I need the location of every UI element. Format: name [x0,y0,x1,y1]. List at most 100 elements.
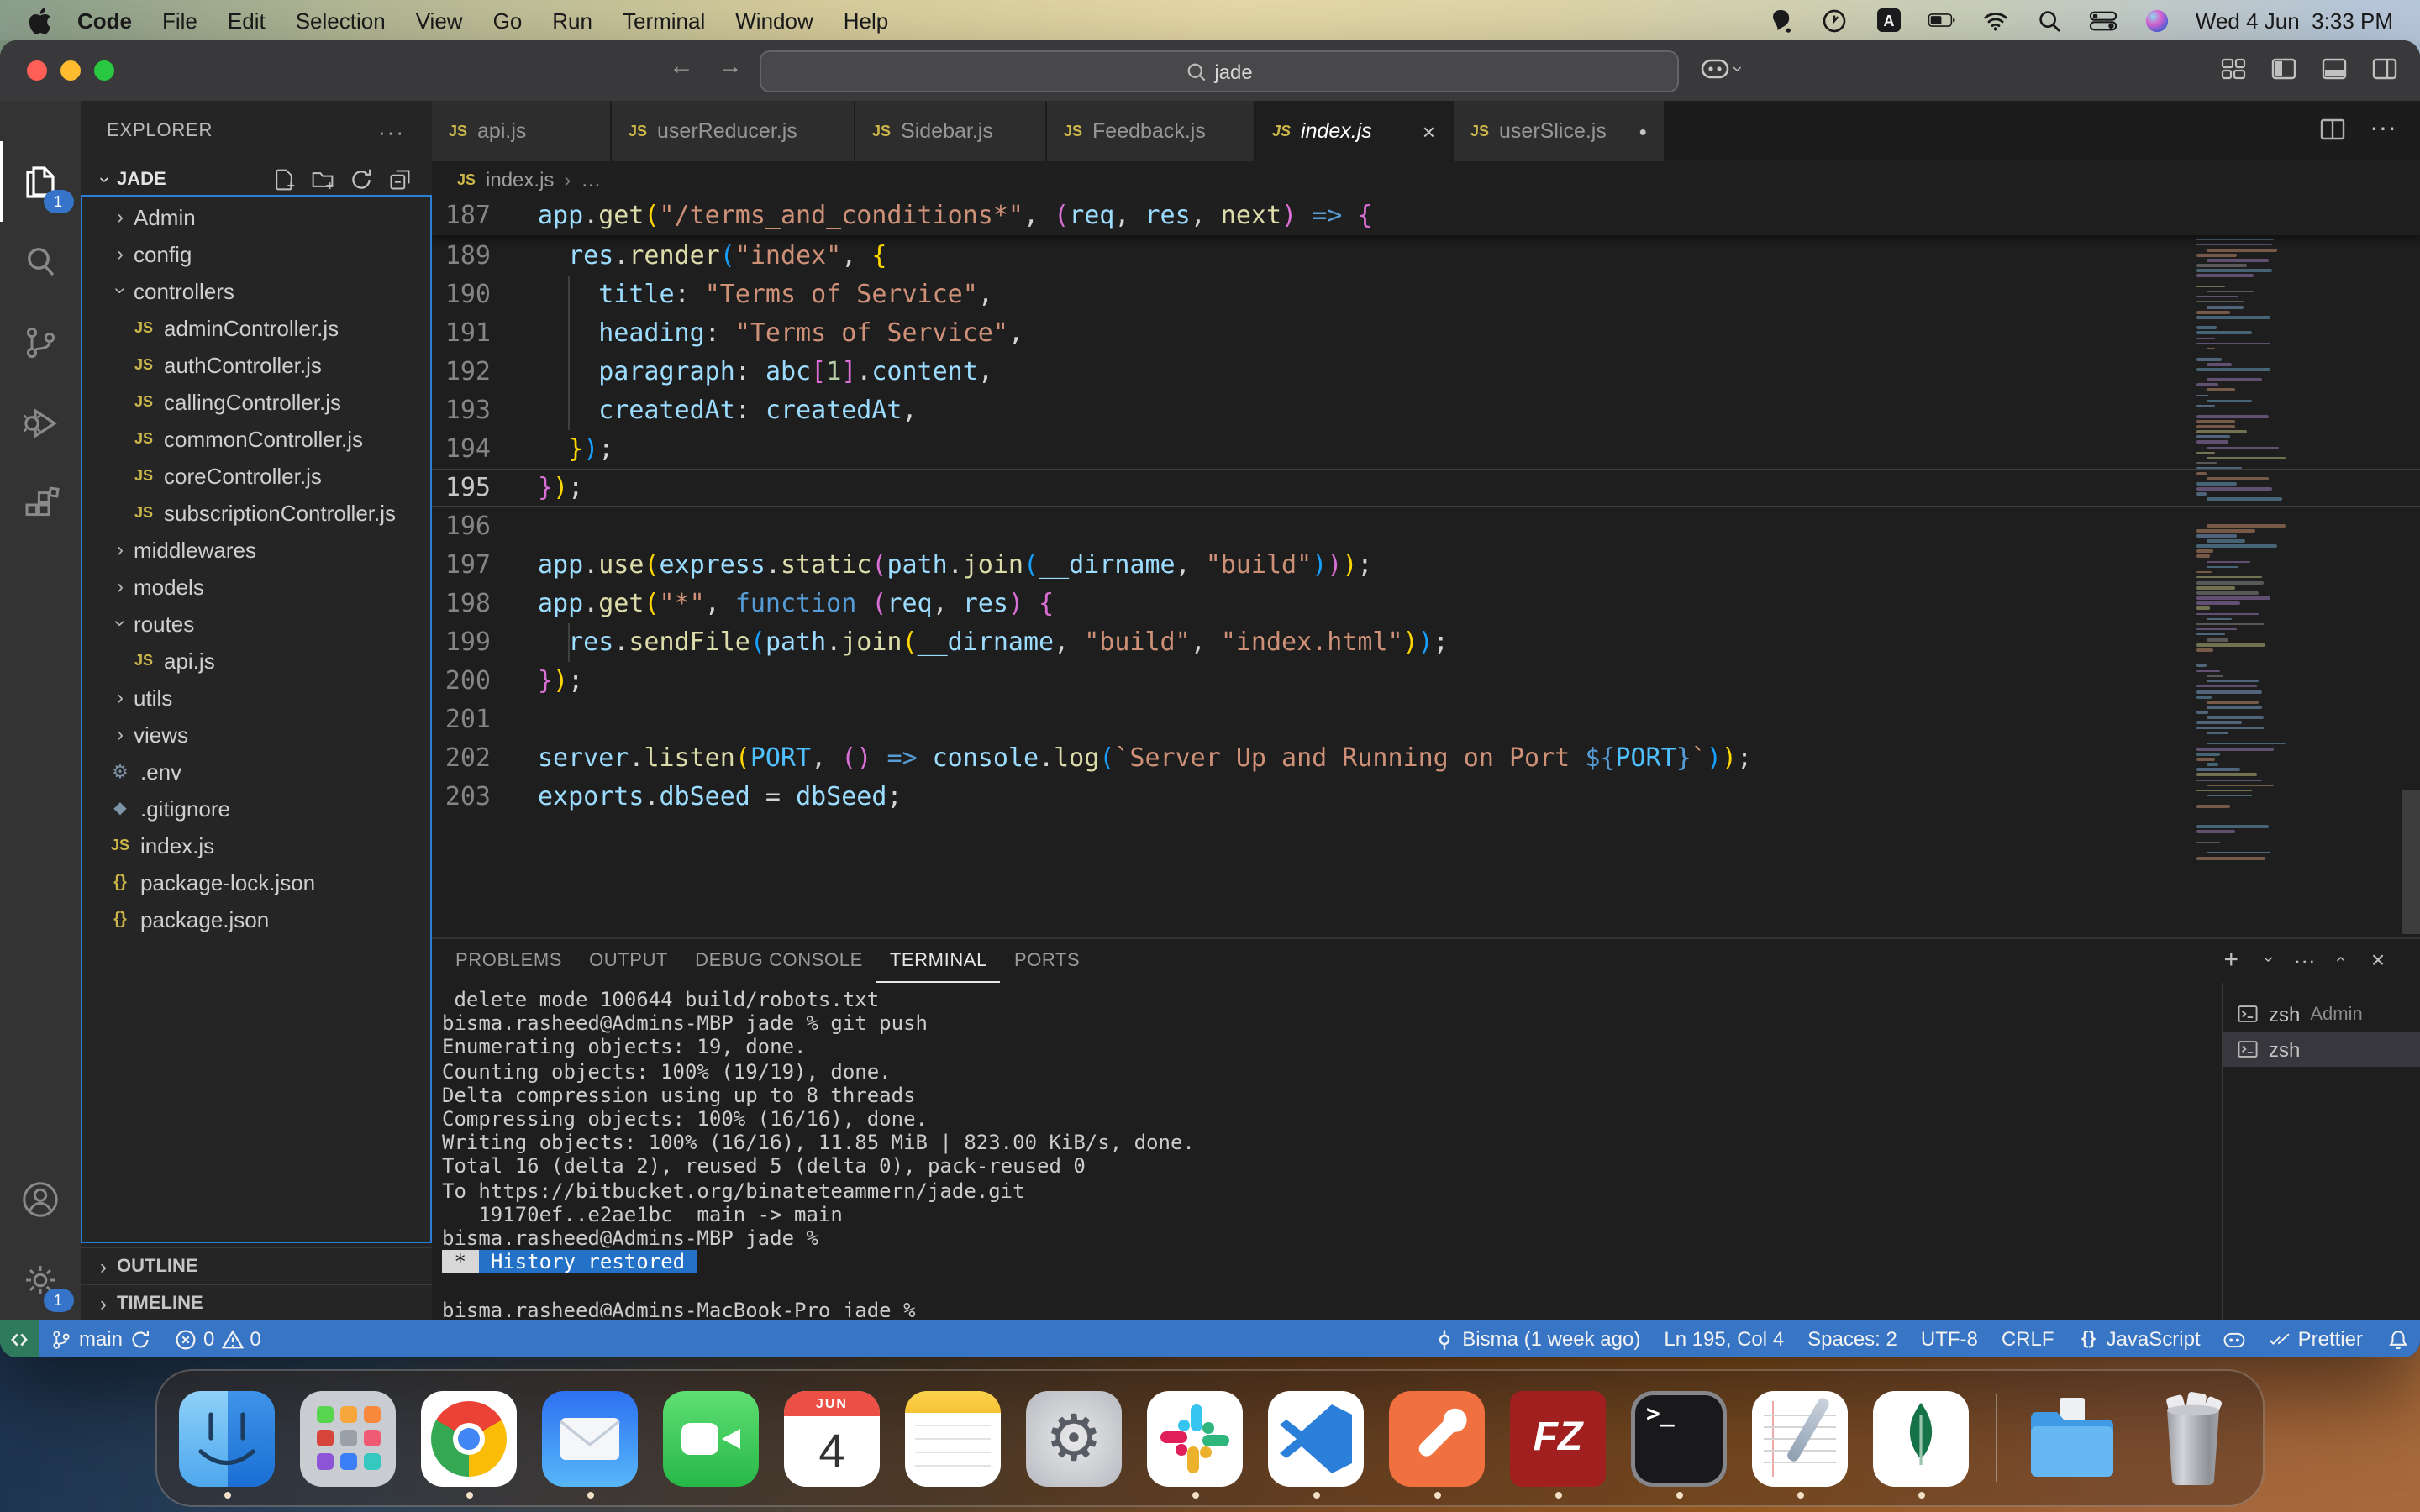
tree-item-commoncontroller-js[interactable]: JScommonController.js [80,420,432,457]
panel-bottom-icon[interactable] [2321,55,2349,84]
activity-search[interactable] [0,222,80,302]
close-tab-icon[interactable]: × [1423,118,1435,144]
minimize-window-button[interactable] [60,60,81,81]
keyboard-input-icon[interactable]: A [1875,8,1903,33]
tree-item-routes[interactable]: ›routes [80,605,432,642]
zoom-window-button[interactable] [94,60,114,81]
maximize-panel-icon[interactable]: › [2331,956,2351,962]
tab-api.js[interactable]: JSapi.js [432,101,612,161]
dock-finder[interactable] [179,1390,275,1486]
terminal-list-item[interactable]: zshAdmin [2223,996,2420,1032]
tree-item-models[interactable]: ›models [80,568,432,605]
dock-mail[interactable] [542,1390,638,1486]
spotlight-icon[interactable] [2036,8,2065,33]
tree-item-middlewares[interactable]: ›middlewares [80,531,432,568]
dock-slack[interactable] [1147,1390,1243,1486]
terminal-dropdown-icon[interactable]: › [2258,956,2278,962]
tree-item-admin[interactable]: ›Admin [80,198,432,235]
code-line-190[interactable]: 190 title: "Terms of Service", [432,276,2420,314]
command-center-search[interactable]: jade [760,50,1679,92]
menu-clock[interactable]: Wed 4 Jun 3:33 PM [2196,8,2393,33]
tab-sidebar.js[interactable]: JSSidebar.js [855,101,1047,161]
dock-settings[interactable]: ⚙ [1026,1390,1122,1486]
panel-tab-output[interactable]: OUTPUT [576,939,681,983]
tab-index.js[interactable]: JSindex.js× [1255,101,1454,161]
tree-item-utils[interactable]: ›utils [80,679,432,716]
tab-userreducer.js[interactable]: JSuserReducer.js [612,101,855,161]
project-section-header[interactable]: › JADE [80,161,432,198]
explorer-more-button[interactable]: ··· [378,118,405,144]
menu-run[interactable]: Run [537,8,608,33]
tree-item-subscriptioncontroller-js[interactable]: JSsubscriptionController.js [80,494,432,531]
code-line-201[interactable]: 201 [432,701,2420,739]
forward-button[interactable]: → [718,52,743,81]
tree-item-api-js[interactable]: JSapi.js [80,642,432,679]
editor-scrollbar[interactable] [2402,790,2420,934]
sticky-scroll-line[interactable]: 187app.get("/terms_and_conditions*", (re… [432,197,2420,235]
dock-downloads[interactable] [2024,1390,2120,1486]
dock-textedit[interactable] [1752,1390,1848,1486]
status-eol[interactable]: CRLF [1990,1320,2066,1357]
status-branch[interactable]: main [39,1320,163,1357]
app-badge-icon[interactable] [1767,8,1796,33]
dock-mongodb[interactable] [1873,1390,1969,1486]
status-copilot-status[interactable] [2212,1320,2258,1357]
tab-feedback.js[interactable]: JSFeedback.js [1047,101,1255,161]
terminal-list-item[interactable]: zsh [2223,1032,2420,1067]
tree-item-corecontroller-js[interactable]: JScoreController.js [80,457,432,494]
menu-terminal[interactable]: Terminal [608,8,720,33]
code-line-203[interactable]: 203exports.dbSeed = dbSeed; [432,778,2420,816]
panel-tab-ports[interactable]: PORTS [1001,939,1093,983]
siri-icon[interactable] [2144,8,2172,33]
dock-terminal[interactable]: >_ [1631,1390,1727,1486]
menu-edit[interactable]: Edit [213,8,281,33]
status-indentation[interactable]: Spaces: 2 [1796,1320,1909,1357]
code-line-189[interactable]: 189 res.render("index", { [432,237,2420,276]
wifi-icon[interactable] [1982,8,2011,33]
title-bar[interactable]: ← → jade › [0,40,2420,101]
menu-code[interactable]: Code [62,8,147,33]
close-panel-icon[interactable]: × [2366,948,2390,971]
copilot-button[interactable]: › [1701,55,1740,81]
tree-item--env[interactable]: ⚙.env [80,753,432,790]
tree-item-package-json[interactable]: {}package.json [80,900,432,937]
tab-userslice.js[interactable]: JSuserSlice.js● [1454,101,1665,161]
panel-more-icon[interactable]: ··· [2293,948,2317,971]
menu-help[interactable]: Help [829,8,904,33]
battery-icon[interactable] [1928,8,1957,33]
dock-filezilla[interactable]: FZ [1510,1390,1606,1486]
dock-notes[interactable] [905,1390,1001,1486]
status-notifications[interactable] [2375,1320,2420,1357]
code-line-197[interactable]: 197app.use(express.static(path.join(__di… [432,546,2420,585]
activity-extensions[interactable] [0,464,80,544]
tree-item--gitignore[interactable]: ◆.gitignore [80,790,432,827]
code-line-200[interactable]: 200}); [432,662,2420,701]
tree-item-package-lock-json[interactable]: {}package-lock.json [80,864,432,900]
menu-selection[interactable]: Selection [281,8,401,33]
more-actions-icon[interactable]: ··· [2370,116,2396,143]
panel-tab-problems[interactable]: PROBLEMS [442,939,576,983]
status-cursor-position[interactable]: Ln 195, Col 4 [1652,1320,1796,1357]
status-problems[interactable]: 00 [163,1320,273,1357]
panel-tab-terminal[interactable]: TERMINAL [876,939,1001,983]
breadcrumb-file[interactable]: index.js [486,167,554,191]
tree-item-admincontroller-js[interactable]: JSadminController.js [80,309,432,346]
control-center-icon[interactable] [2090,8,2118,33]
code-line-195[interactable]: 195}); [432,469,2420,507]
status-formatter[interactable]: Prettier [2258,1320,2375,1357]
code-line-194[interactable]: 194 }); [432,430,2420,469]
status-remote[interactable] [0,1320,39,1357]
menu-go[interactable]: Go [478,8,538,33]
tree-item-config[interactable]: ›config [80,235,432,272]
timeline-section[interactable]: ›TIMELINE [80,1284,432,1322]
panel-left-icon[interactable] [2270,55,2299,84]
activity-explorer[interactable]: 1 [0,141,80,222]
layout-customize-icon[interactable] [2220,55,2249,84]
panel-tab-debug-console[interactable]: DEBUG CONSOLE [681,939,876,983]
code-line-193[interactable]: 193 createdAt: createdAt, [432,391,2420,430]
dock-postman[interactable] [1389,1390,1485,1486]
menu-window[interactable]: Window [720,8,829,33]
menu-file[interactable]: File [147,8,213,33]
activity-accounts[interactable] [0,1159,80,1240]
collapse-all-icon[interactable] [388,168,412,192]
